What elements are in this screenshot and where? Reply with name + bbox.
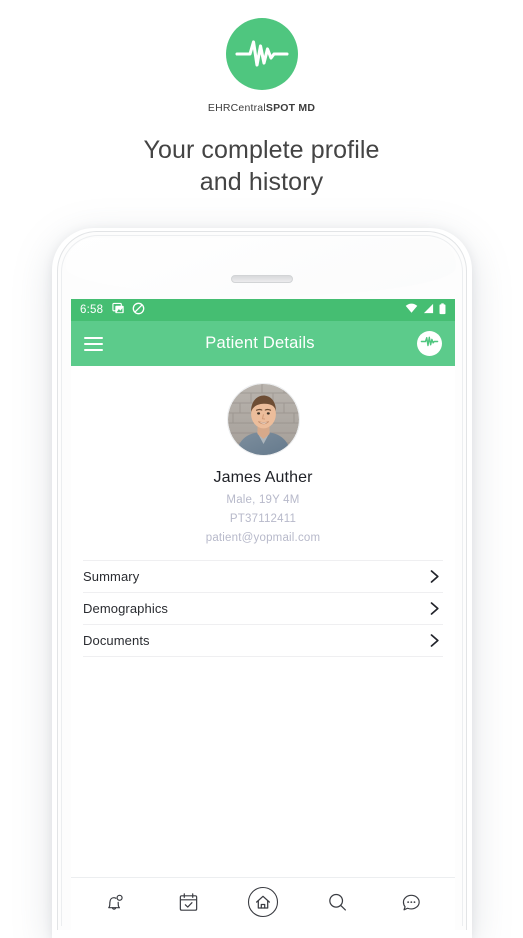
status-right-icons [405, 302, 446, 318]
status-left-icons [112, 302, 145, 318]
brand-wordmark: EHRCentralSPOT MD [208, 102, 315, 114]
phone-mockup: 6:58 Patient Details James Auther Male, … [57, 231, 467, 930]
search-icon [326, 891, 349, 919]
brand-name-bold: SPOT MD [265, 102, 316, 114]
nav-search-button[interactable] [315, 883, 359, 927]
nav-home-button[interactable] [241, 883, 285, 927]
headline-line-2: and history [199, 167, 324, 196]
app-bar: Patient Details [71, 321, 455, 366]
patient-menu-list: Summary Demographics Documents [71, 560, 455, 657]
calendar-check-icon [177, 891, 200, 919]
brand-name-light: EHRCentral [207, 102, 266, 114]
list-item-label: Summary [83, 569, 140, 584]
status-bar: 6:58 [71, 299, 455, 321]
nav-calendar-button[interactable] [167, 883, 211, 927]
list-item-summary[interactable]: Summary [83, 560, 443, 592]
brand-logo: EHRCentralSPOT MD [0, 18, 523, 114]
list-item-documents[interactable]: Documents [83, 624, 443, 657]
chevron-right-icon [428, 633, 441, 648]
status-time: 6:58 [80, 304, 104, 316]
headline-line-1: Your complete profile [143, 136, 380, 164]
patient-profile: James Auther Male, 19Y 4M PT37112411 pat… [71, 366, 455, 544]
phone-screen: 6:58 Patient Details James Auther Male, … [71, 299, 455, 930]
phone-bezel-gloss [66, 238, 456, 296]
home-icon [246, 885, 280, 924]
patient-name: James Auther [213, 469, 313, 486]
ekg-pulse-icon [225, 18, 298, 90]
list-item-label: Documents [83, 633, 150, 648]
ekg-pulse-icon [420, 332, 439, 356]
list-item-label: Demographics [83, 601, 169, 616]
page-title: Your complete profile and history [0, 135, 523, 198]
patient-id: PT37112411 [229, 513, 297, 525]
chevron-right-icon [428, 569, 441, 584]
gallery-icon [112, 302, 125, 318]
app-bar-title: Patient Details [205, 334, 315, 352]
patient-gender-age: Male, 19Y 4M [226, 494, 300, 506]
nav-notifications-button[interactable] [92, 883, 136, 927]
list-item-demographics[interactable]: Demographics [83, 592, 443, 624]
promo-header: EHRCentralSPOT MD Your complete profile … [0, 0, 523, 198]
avatar [226, 383, 300, 456]
bottom-navigation-bar [71, 877, 455, 930]
signal-icon [423, 303, 434, 317]
chevron-right-icon [428, 601, 441, 616]
do-not-disturb-icon [132, 302, 145, 318]
wifi-icon [405, 303, 418, 317]
earpiece-speaker [231, 275, 293, 283]
hamburger-menu-icon[interactable] [84, 336, 103, 351]
bell-notification-icon [103, 891, 126, 919]
chat-bubble-icon [400, 891, 423, 919]
patient-email: patient@yopmail.com [205, 532, 321, 544]
app-bar-logo-button[interactable] [417, 331, 442, 356]
battery-icon [439, 302, 446, 318]
nav-chat-button[interactable] [390, 883, 434, 927]
